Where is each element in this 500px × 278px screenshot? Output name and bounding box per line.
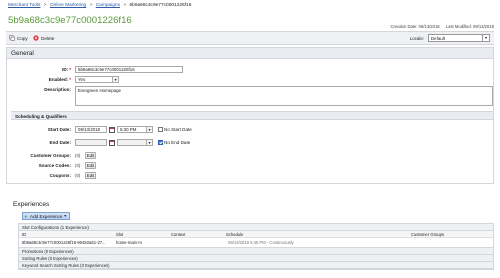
locale-label: Locale: — [409, 35, 424, 41]
delete-icon — [33, 35, 39, 41]
customer-groups-count: (0) — [75, 153, 81, 158]
column-header-slot[interactable]: Slot — [116, 231, 123, 238]
row-slot: home-main-m — [116, 240, 142, 245]
edit-customer-groups-button[interactable]: Edit — [85, 152, 96, 159]
description-textarea[interactable]: Evergreen Homepage — [75, 86, 493, 106]
coupons-count: (0) — [75, 173, 81, 178]
experiences-title: Experiences — [13, 201, 50, 208]
customer-groups-label: Customer Groups: — [30, 153, 71, 158]
calendar-icon[interactable] — [109, 139, 115, 146]
source-codes-count: (0) — [75, 163, 81, 168]
breadcrumb-campaigns[interactable]: Campaigns — [96, 3, 120, 8]
breadcrumb: Merchant Tools > Online Marketing > Camp… — [8, 3, 191, 8]
id-input[interactable]: 5b9a68c3c9e77c0001226f16 — [75, 66, 183, 73]
end-date-input[interactable] — [75, 139, 107, 146]
last-modified-date: Last Modified: 09/13/2018 — [445, 24, 494, 29]
copy-icon — [9, 35, 15, 41]
add-experience-button[interactable]: + Add Experience ▼ — [22, 212, 70, 220]
column-header-customer-groups[interactable]: Customer Groups — [411, 231, 444, 238]
breadcrumb-current: 5b9a68c3c9e77c0001226f16 — [129, 3, 192, 8]
page-title: 5b9a68c3c9e77c0001226f16 — [8, 15, 132, 26]
chevron-down-icon: ▼ — [482, 35, 489, 41]
row-schedule: 09/13/2018 5:45 PM - Continuously — [228, 240, 294, 245]
delete-button[interactable]: Delete — [33, 35, 54, 41]
description-label: Description: — [44, 87, 71, 92]
sorting-rules-section[interactable]: Sorting Rules (0 Experiences) — [19, 255, 493, 262]
no-start-date-label: No Start Date — [164, 127, 192, 132]
edit-source-codes-button[interactable]: Edit — [85, 162, 96, 169]
edit-coupons-button[interactable]: Edit — [85, 172, 96, 179]
creation-date: Creation Date: 09/13/2018 — [390, 24, 440, 29]
row-id[interactable]: 5b9a68c3c9e77c0001226f16-90482a61-27... — [22, 238, 106, 248]
column-header-context[interactable]: Context — [171, 231, 185, 238]
scheduling-header: Scheduling & Qualifiers — [11, 111, 493, 120]
general-header: General — [7, 48, 493, 59]
chevron-down-icon: ▼ — [63, 214, 67, 218]
chevron-down-icon: ▼ — [146, 127, 152, 132]
slot-configurations-panel: Slot Configurations (1 Experience) ID Sl… — [18, 223, 494, 270]
chevron-down-icon: ▼ — [146, 140, 152, 145]
breadcrumb-separator: > — [43, 3, 47, 8]
column-header-schedule[interactable]: Schedule — [226, 231, 243, 238]
breadcrumb-separator: > — [123, 3, 127, 8]
no-end-date-checkbox[interactable] — [158, 140, 163, 145]
enabled-label: Enabled:* — [48, 77, 71, 82]
end-date-label: End Date: — [49, 140, 71, 145]
end-time-select[interactable]: ▼ — [117, 139, 153, 146]
table-row[interactable]: 5b9a68c3c9e77c0001226f16-90482a61-27... … — [19, 238, 493, 248]
start-date-label: Start Date: — [47, 127, 71, 132]
start-time-select[interactable]: 5:30 PM ▼ — [117, 126, 153, 133]
chevron-down-icon: ▼ — [112, 77, 118, 82]
toolbar: Copy Delete Locale: Default ▼ — [6, 31, 494, 45]
id-label: ID:* — [62, 67, 71, 72]
delete-label: Delete — [41, 35, 55, 41]
add-experience-label: Add Experience — [30, 214, 63, 219]
slot-configurations-header[interactable]: Slot Configurations (1 Experience) — [19, 224, 493, 231]
coupons-label: Coupons: — [49, 173, 71, 178]
promotions-section[interactable]: Promotions (0 Experiences) — [19, 248, 493, 255]
no-start-date-checkbox[interactable] — [158, 127, 163, 132]
source-codes-label: Source Codes: — [38, 163, 71, 168]
table-header-row: ID Slot Context Schedule Customer Groups — [19, 231, 493, 238]
general-panel: General ID:* 5b9a68c3c9e77c0001226f16 En… — [6, 47, 494, 184]
start-date-input[interactable]: 09/13/2018 — [75, 126, 107, 133]
locale-select[interactable]: Default ▼ — [428, 34, 490, 42]
column-header-id[interactable]: ID — [22, 231, 26, 238]
locale-value: Default — [431, 36, 445, 41]
copy-label: Copy — [17, 35, 28, 41]
plus-icon: + — [24, 214, 28, 219]
calendar-icon[interactable] — [109, 126, 115, 133]
breadcrumb-separator: > — [89, 3, 93, 8]
date-info: Creation Date: 09/13/2018 Last Modified:… — [391, 24, 495, 29]
keyword-sorting-rules-section[interactable]: Keyword Search Sorting Rules (0 Experien… — [19, 262, 493, 269]
no-end-date-label: No End Date — [164, 140, 191, 145]
enabled-select[interactable]: Yes ▼ — [75, 76, 119, 83]
breadcrumb-merchant-tools[interactable]: Merchant Tools — [8, 3, 40, 8]
start-time-value: 5:30 PM — [120, 127, 137, 132]
copy-button[interactable]: Copy — [9, 35, 28, 41]
enabled-value: Yes — [78, 77, 86, 82]
breadcrumb-online-marketing[interactable]: Online Marketing — [50, 3, 86, 8]
